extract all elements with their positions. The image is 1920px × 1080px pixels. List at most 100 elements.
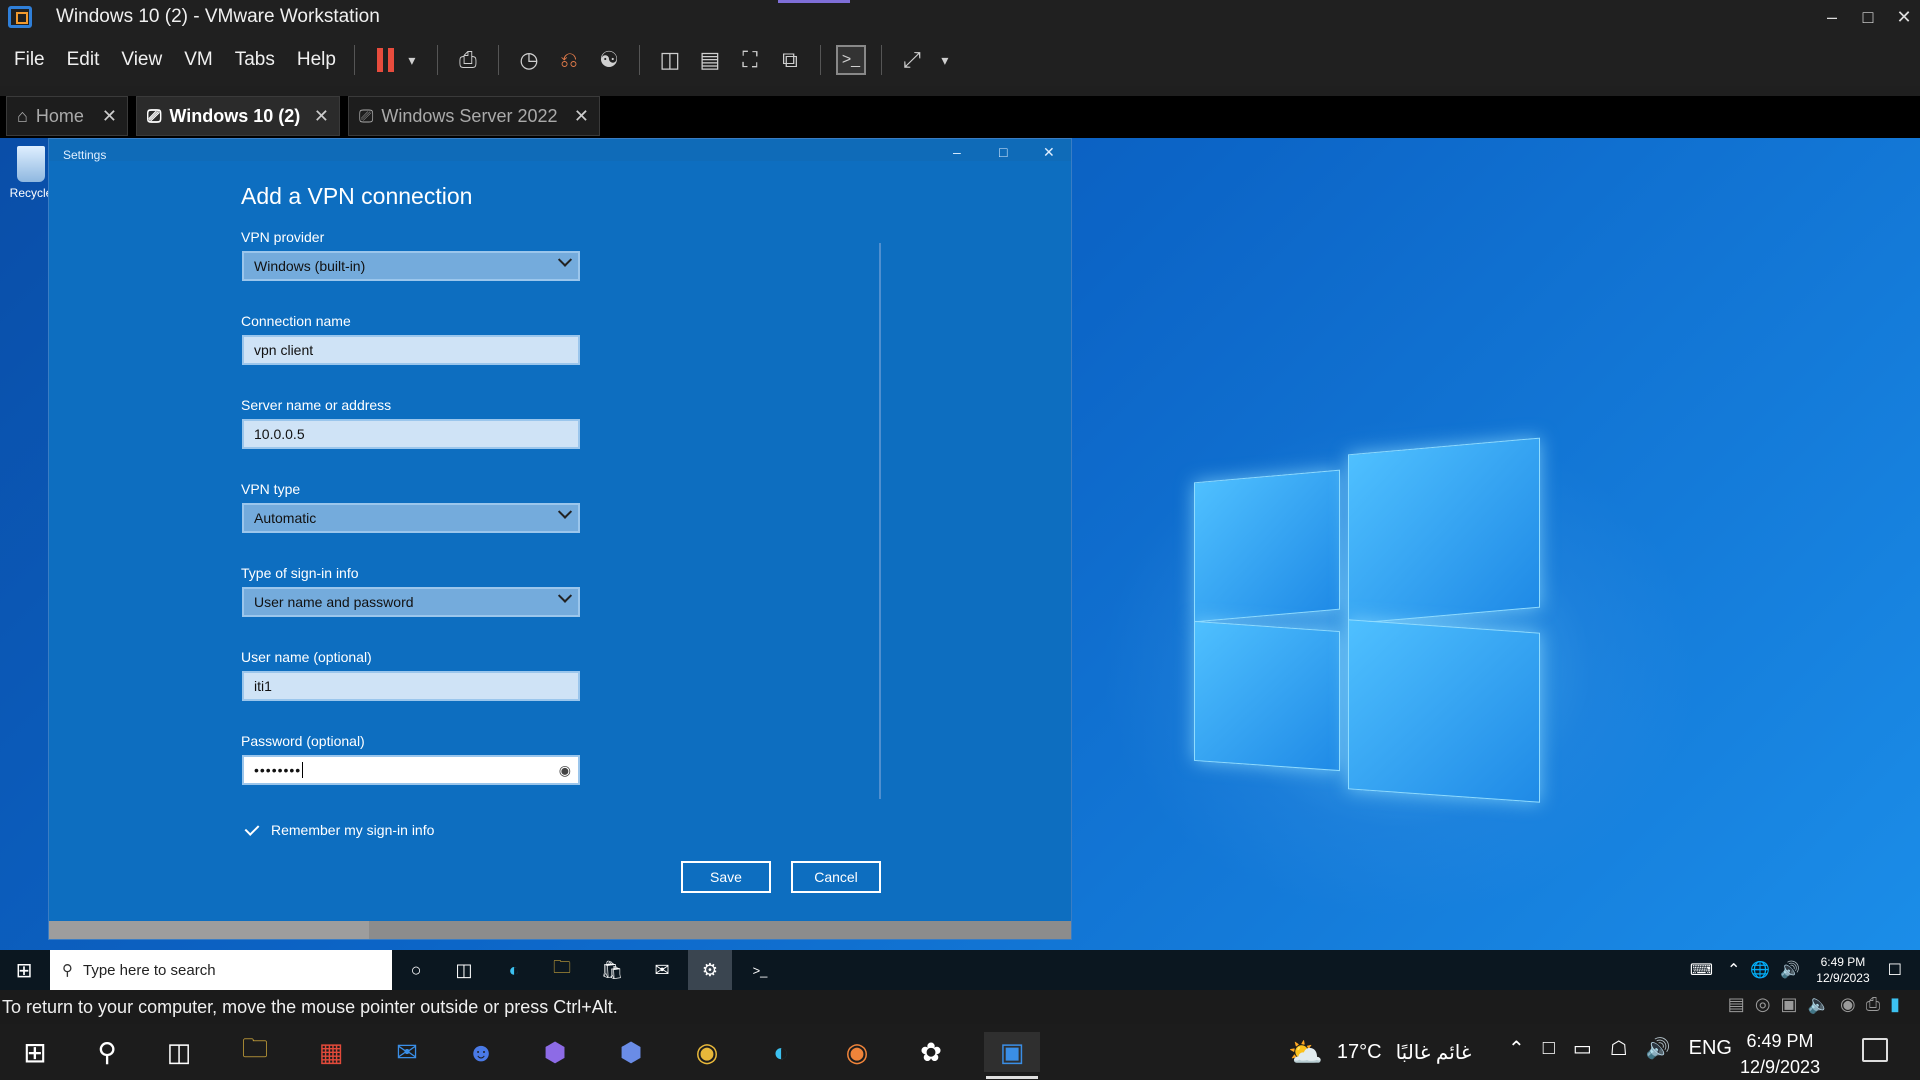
pause-dropdown-icon[interactable]: ▾ bbox=[402, 45, 422, 75]
host-start-icon[interactable]: ⊞ bbox=[14, 1032, 56, 1072]
minimize-button[interactable]: – bbox=[1812, 0, 1852, 34]
reveal-password-icon[interactable]: ◉ bbox=[559, 762, 572, 779]
settings-gear-icon[interactable]: ⚙ bbox=[688, 950, 732, 990]
weather-cloudy-icon: ⛅ bbox=[1288, 1037, 1323, 1068]
host-edge-icon[interactable]: ◐ bbox=[760, 1032, 802, 1072]
host-task-view-icon[interactable]: ◫ bbox=[158, 1032, 200, 1072]
host-search-icon[interactable]: ⚲ bbox=[86, 1032, 128, 1072]
tab-home[interactable]: ⌂ Home ✕ bbox=[6, 96, 128, 136]
host-mail-icon[interactable]: ✉ bbox=[386, 1032, 428, 1072]
host-vmware-icon[interactable]: ▣ bbox=[984, 1032, 1040, 1072]
host-firefox-icon[interactable]: ◉ bbox=[836, 1032, 878, 1072]
send-ctrl-alt-del-icon[interactable]: ⎙ bbox=[453, 45, 483, 75]
host-app-icon[interactable]: ⬢ bbox=[610, 1032, 652, 1072]
connection-name-input[interactable]: vpn client bbox=[242, 335, 580, 365]
host-teams-icon[interactable]: ☻ bbox=[460, 1032, 502, 1072]
menu-tabs[interactable]: Tabs bbox=[235, 49, 275, 71]
host-app-icon[interactable]: ✿ bbox=[910, 1032, 952, 1072]
stretch-icon[interactable]: ⤢ bbox=[897, 45, 927, 75]
tab-windows-10[interactable]: ⎚ Windows 10 (2) ✕ bbox=[136, 96, 340, 136]
host-copilot-icon[interactable]: ⬢ bbox=[534, 1032, 576, 1072]
pause-icon[interactable] bbox=[376, 48, 397, 72]
windows-logo-pane bbox=[1348, 619, 1540, 803]
horizontal-scrollbar[interactable] bbox=[49, 921, 1071, 939]
file-explorer-icon[interactable]: 🗀 bbox=[540, 950, 584, 990]
edge-icon[interactable]: ◐ bbox=[492, 950, 536, 990]
cortana-icon[interactable]: ○ bbox=[394, 950, 438, 990]
tab-label: Windows 10 (2) bbox=[169, 105, 301, 126]
vpn-type-dropdown[interactable]: Automatic bbox=[242, 503, 580, 533]
menu-edit[interactable]: Edit bbox=[67, 49, 100, 71]
cancel-button[interactable]: Cancel bbox=[791, 861, 881, 893]
host-clock[interactable]: 6:49 PM 12/9/2023 bbox=[1740, 1028, 1820, 1080]
remember-checkbox[interactable]: Remember my sign-in info bbox=[243, 821, 434, 839]
close-button[interactable]: ✕ bbox=[1884, 0, 1920, 34]
show-thumbnail-icon[interactable]: ▤ bbox=[695, 45, 725, 75]
wifi-icon[interactable]: ☖ bbox=[1610, 1036, 1628, 1061]
menu-vm[interactable]: VM bbox=[184, 49, 213, 71]
settings-close-button[interactable]: ✕ bbox=[1043, 144, 1055, 161]
signin-type-label: Type of sign-in info bbox=[241, 565, 359, 581]
server-address-input[interactable]: 10.0.0.5 bbox=[242, 419, 580, 449]
console-view-icon[interactable]: >_ bbox=[835, 45, 866, 75]
snapshot-icon[interactable]: ◷ bbox=[514, 45, 544, 75]
full-screen-icon[interactable]: ⛶ bbox=[735, 45, 765, 75]
host-chrome-icon[interactable]: ◉ bbox=[686, 1032, 728, 1072]
message-icon[interactable]: ▮ bbox=[1890, 994, 1900, 1015]
notification-icon[interactable]: ☐ bbox=[1888, 960, 1902, 980]
network-adapter-icon[interactable]: ▣ bbox=[1781, 994, 1798, 1015]
status-message: To return to your computer, move the mou… bbox=[2, 996, 618, 1017]
store-icon[interactable]: 🛍 bbox=[590, 950, 634, 990]
close-icon[interactable]: ✕ bbox=[102, 106, 117, 127]
mail-icon[interactable]: ✉ bbox=[640, 950, 684, 990]
host-file-explorer-icon[interactable]: 🗀 bbox=[234, 1032, 276, 1072]
menu-file[interactable]: File bbox=[14, 49, 45, 71]
menu-view[interactable]: View bbox=[121, 49, 162, 71]
stretch-dropdown-icon[interactable]: ▾ bbox=[937, 45, 953, 75]
host-notification-icon[interactable] bbox=[1862, 1038, 1888, 1062]
battery-icon[interactable]: ▭ bbox=[1573, 1036, 1592, 1061]
tab-windows-server[interactable]: ⎚ Windows Server 2022 ✕ bbox=[348, 96, 600, 136]
printer-icon[interactable]: ⎙ bbox=[1866, 994, 1880, 1015]
settings-maximize-button[interactable]: □ bbox=[999, 144, 1007, 160]
revert-snapshot-icon[interactable]: ⎌ bbox=[554, 45, 584, 75]
volume-icon[interactable]: 🔊 bbox=[1780, 960, 1800, 980]
keyboard-icon[interactable]: ⌨ bbox=[1690, 960, 1713, 980]
windows-start-icon[interactable]: ⊞ bbox=[2, 950, 46, 990]
signin-type-dropdown[interactable]: User name and password bbox=[242, 587, 580, 617]
toolbar-separator bbox=[436, 45, 438, 75]
volume-icon[interactable]: 🔊 bbox=[1646, 1036, 1671, 1061]
username-input[interactable]: iti1 bbox=[242, 671, 580, 701]
settings-minimize-button[interactable]: – bbox=[953, 144, 961, 160]
hard-disk-icon[interactable]: ▤ bbox=[1728, 994, 1745, 1015]
chevron-up-icon[interactable]: ⌃ bbox=[1727, 960, 1740, 980]
host-weather-widget[interactable]: ⛅ 17°C غائم غالبًا bbox=[1288, 1036, 1471, 1069]
unity-icon[interactable]: ⧉ bbox=[775, 45, 805, 75]
menu-help[interactable]: Help bbox=[297, 49, 336, 71]
camera-icon[interactable]: ◉ bbox=[1840, 994, 1856, 1015]
cd-dvd-icon[interactable]: ◎ bbox=[1755, 994, 1771, 1015]
language-indicator[interactable]: ENG bbox=[1689, 1037, 1732, 1060]
connection-name-label: Connection name bbox=[241, 313, 351, 329]
sound-icon[interactable]: 🔈 bbox=[1808, 994, 1830, 1015]
menu-toolbar: File Edit View VM Tabs Help ▾ ⎙ ◷ ⎌ ☯ ◫ … bbox=[0, 34, 1920, 86]
save-button[interactable]: Save bbox=[681, 861, 771, 893]
close-icon[interactable]: ✕ bbox=[574, 106, 589, 127]
host-store-icon[interactable]: ▦ bbox=[310, 1032, 352, 1072]
snapshot-manager-icon[interactable]: ☯ bbox=[594, 45, 624, 75]
close-icon[interactable]: ✕ bbox=[314, 106, 329, 127]
terminal-icon[interactable]: >_ bbox=[738, 950, 782, 990]
task-view-icon[interactable]: ◫ bbox=[442, 950, 486, 990]
guest-time: 6:49 PM bbox=[1820, 955, 1866, 969]
guest-search-box[interactable]: ⚲ Type here to search bbox=[50, 950, 392, 990]
vpn-provider-dropdown[interactable]: Windows (built-in) bbox=[242, 251, 580, 281]
chevron-up-icon[interactable]: ⌃ bbox=[1508, 1036, 1525, 1061]
device-icon[interactable]: □ bbox=[1543, 1037, 1555, 1060]
password-input[interactable]: •••••••• ◉ bbox=[242, 755, 580, 785]
show-library-icon[interactable]: ◫ bbox=[655, 45, 685, 75]
guest-clock[interactable]: 6:49 PM 12/9/2023 bbox=[1816, 954, 1869, 986]
network-icon[interactable]: 🌐 bbox=[1750, 960, 1770, 980]
vertical-scrollbar[interactable] bbox=[879, 243, 881, 799]
scrollbar-thumb[interactable] bbox=[49, 921, 369, 939]
maximize-button[interactable]: □ bbox=[1848, 0, 1888, 34]
